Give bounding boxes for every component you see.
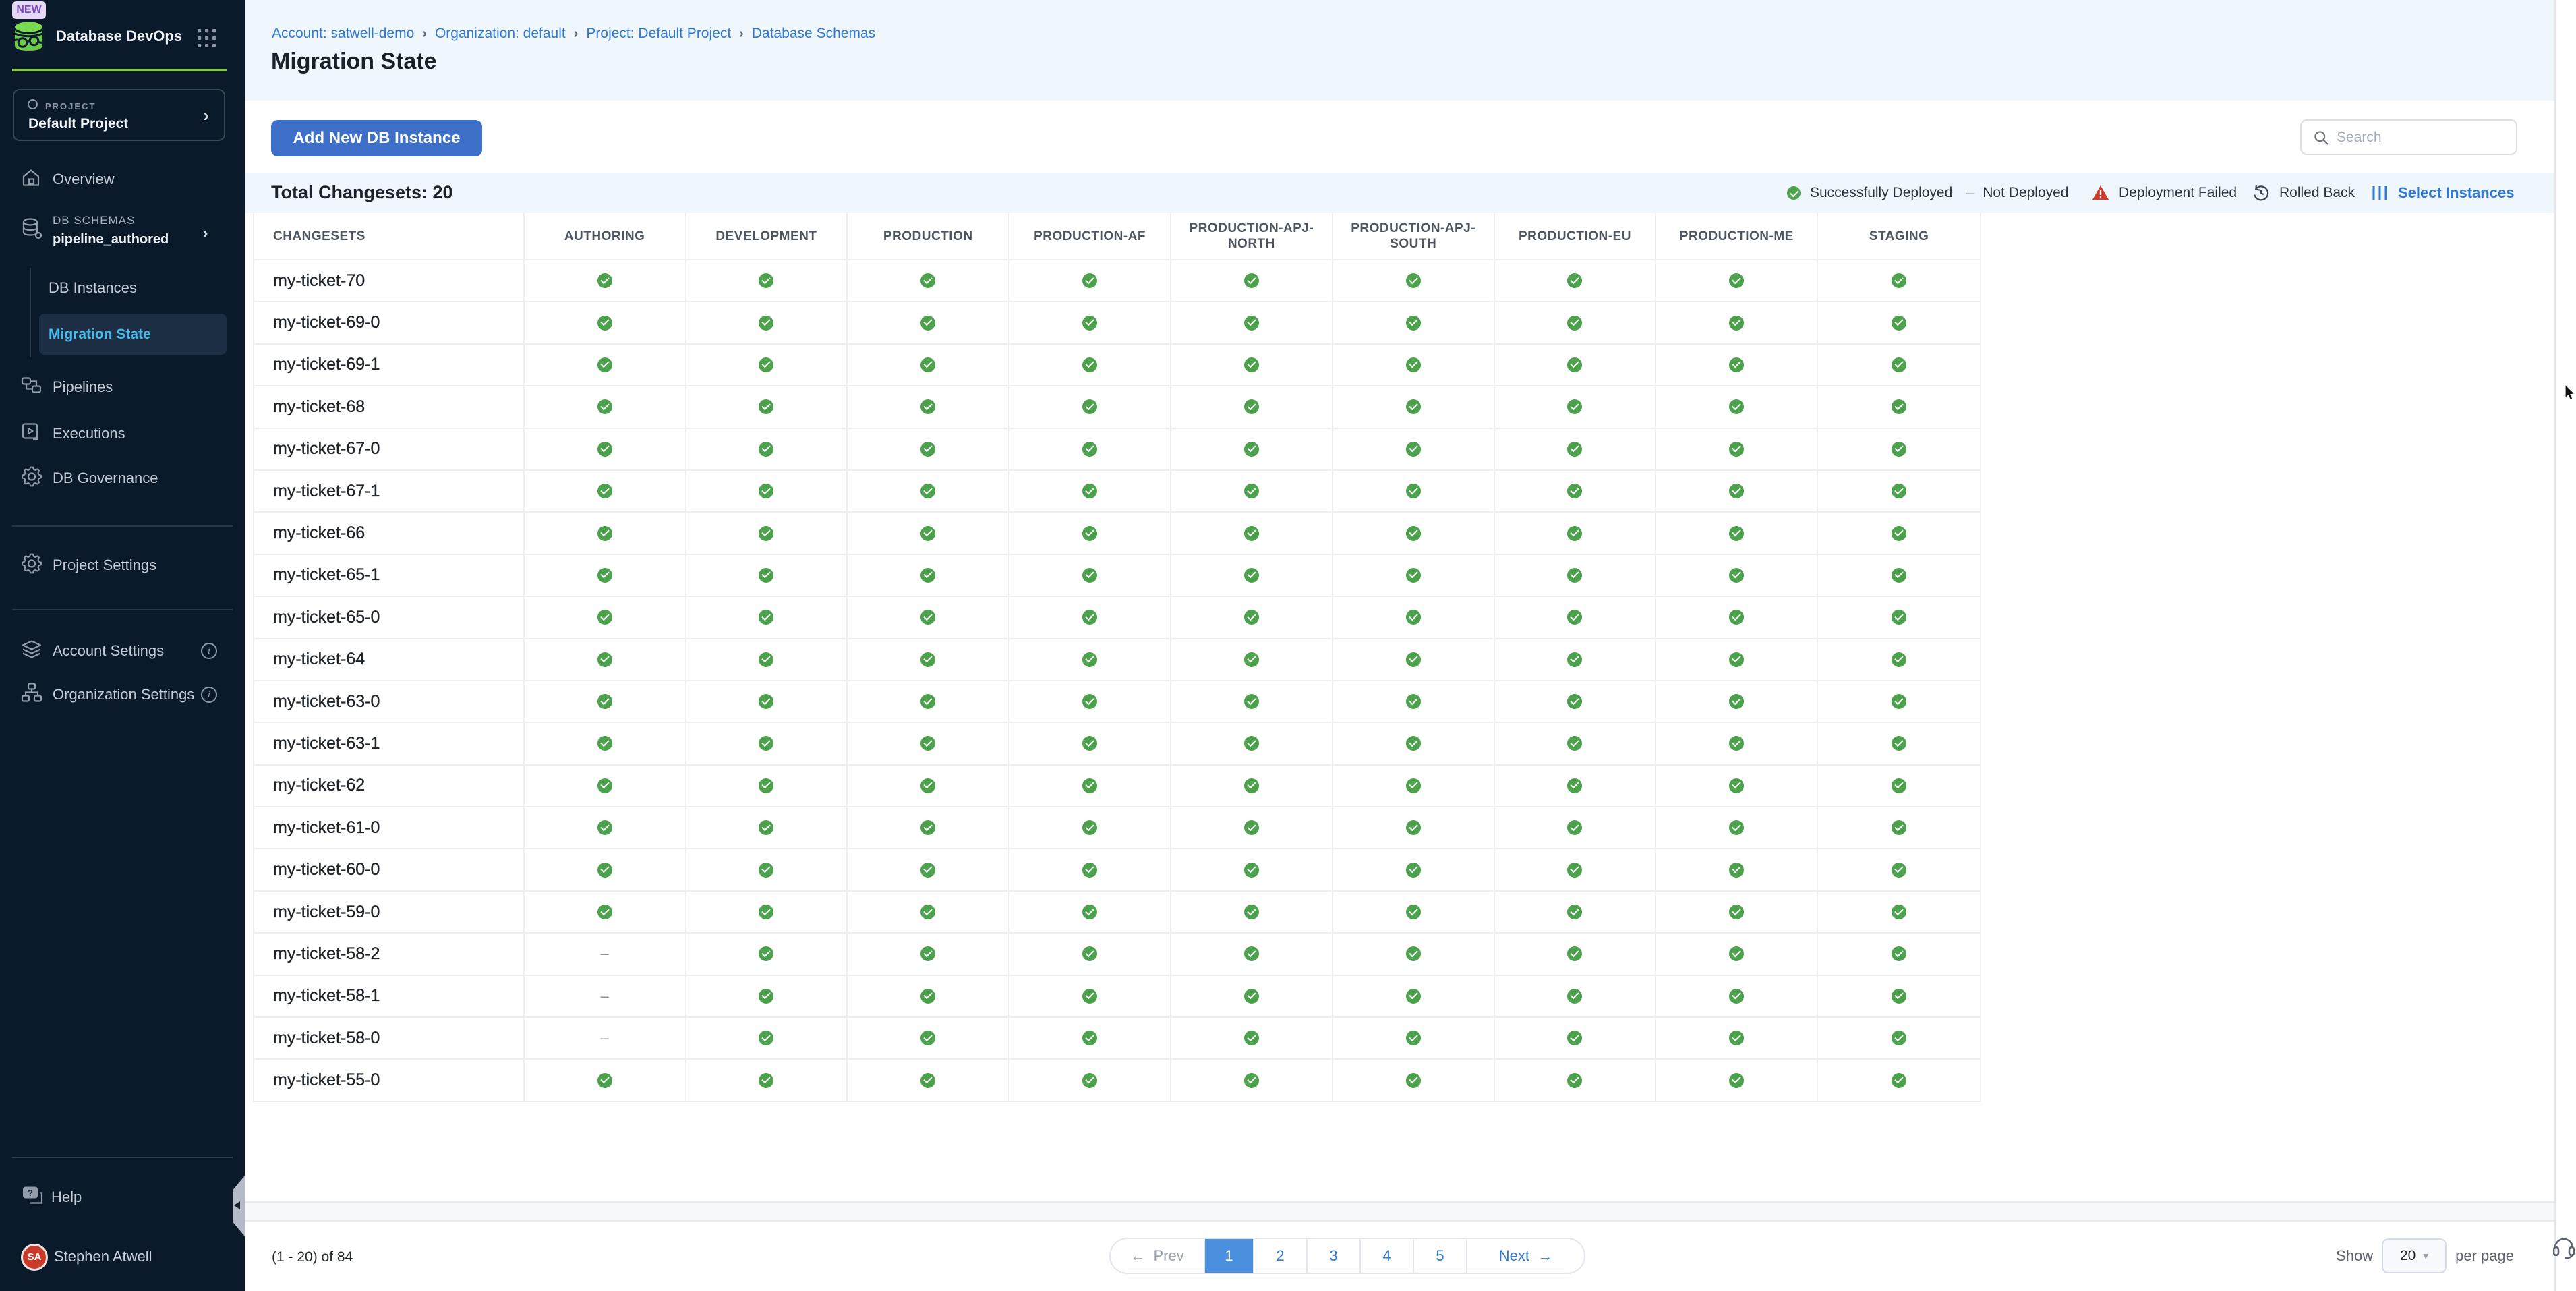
svg-text:?: ?: [28, 1188, 33, 1198]
